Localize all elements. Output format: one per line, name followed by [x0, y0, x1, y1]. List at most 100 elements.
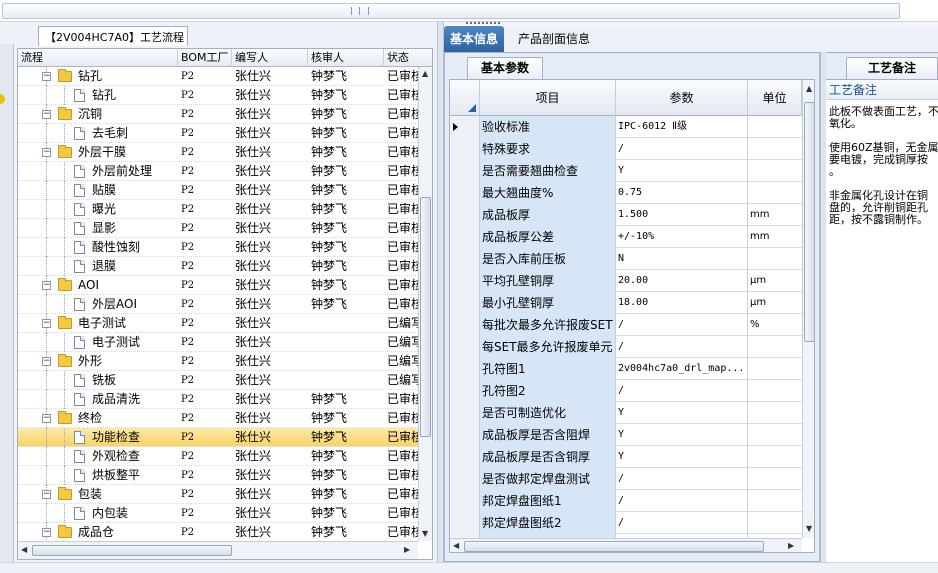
- tree-row[interactable]: 功能检查 P2 张仕兴 钟梦飞 已审核: [18, 428, 418, 447]
- param-value-cell[interactable]: 20.00: [616, 270, 748, 292]
- tree-hscroll-thumb[interactable]: [32, 545, 232, 556]
- params-vscroll-thumb[interactable]: [804, 102, 814, 342]
- top-horizontal-scrollbar[interactable]: [2, 3, 900, 19]
- row-selector[interactable]: [450, 468, 480, 490]
- tree-row[interactable]: − 外形 P2 张仕兴 已编写: [18, 352, 418, 371]
- row-selector[interactable]: [450, 160, 480, 182]
- param-row[interactable]: 成品板厚是否含阻焊 Y: [450, 424, 802, 446]
- tree-row[interactable]: 电子测试 P2 张仕兴 已编写: [18, 333, 418, 352]
- row-selector[interactable]: [450, 204, 480, 226]
- left-collapse-gutter[interactable]: [0, 44, 14, 562]
- param-row[interactable]: 孔符图2/: [450, 380, 802, 402]
- param-value-cell[interactable]: Y: [616, 402, 748, 424]
- column-header-item[interactable]: 项目: [480, 80, 616, 116]
- row-selector[interactable]: [450, 182, 480, 204]
- column-header-bom[interactable]: BOM工厂: [178, 49, 232, 67]
- tree-row[interactable]: − 外层干膜 P2 张仕兴 钟梦飞 已审核: [18, 143, 418, 162]
- param-row[interactable]: 特殊要求 /: [450, 138, 802, 160]
- param-row[interactable]: 邦定焊盘图纸2/: [450, 512, 802, 534]
- param-row[interactable]: 是否入库前压板 N: [450, 248, 802, 270]
- collapse-toggle-icon[interactable]: −: [42, 414, 51, 423]
- row-selector[interactable]: [450, 138, 480, 160]
- row-selector[interactable]: [450, 314, 480, 336]
- param-row[interactable]: 是否需要翘曲检查 Y: [450, 160, 802, 182]
- tree-row[interactable]: 烘板整平 P2 张仕兴 钟梦飞 已审核: [18, 466, 418, 485]
- param-value-cell[interactable]: IPC-6012 Ⅱ级: [616, 116, 748, 138]
- tree-row[interactable]: − 终检 P2 张仕兴 钟梦飞 已审核: [18, 409, 418, 428]
- tree-row[interactable]: 退膜 P2 张仕兴 钟梦飞 已审核: [18, 257, 418, 276]
- collapse-toggle-icon[interactable]: −: [42, 490, 51, 499]
- param-value-cell[interactable]: /: [616, 314, 748, 336]
- param-row[interactable]: 成品板厚是否含铜厚 Y: [450, 446, 802, 468]
- param-row[interactable]: 是否可制造优化 Y: [450, 402, 802, 424]
- tree-row[interactable]: 外层AOI P2 张仕兴 钟梦飞 已审核: [18, 295, 418, 314]
- row-selector[interactable]: [450, 270, 480, 292]
- column-header-reviewer[interactable]: 核审人: [308, 49, 384, 67]
- collapse-toggle-icon[interactable]: −: [42, 319, 51, 328]
- scroll-right-icon[interactable]: ▶: [404, 545, 410, 554]
- tree-row[interactable]: 贴膜 P2 张仕兴 钟梦飞 已审核: [18, 181, 418, 200]
- collapse-toggle-icon[interactable]: −: [42, 148, 51, 157]
- collapse-toggle-icon[interactable]: −: [42, 357, 51, 366]
- tab-basic-params[interactable]: 基本参数: [467, 57, 543, 79]
- param-value-cell[interactable]: 18.00: [616, 292, 748, 314]
- tree-row[interactable]: − 包装 P2 张仕兴 钟梦飞 已审核: [18, 485, 418, 504]
- row-selector[interactable]: [450, 292, 480, 314]
- param-value-cell[interactable]: Y: [616, 424, 748, 446]
- tree-row[interactable]: 酸性蚀刻 P2 张仕兴 钟梦飞 已审核: [18, 238, 418, 257]
- collapse-toggle-icon[interactable]: −: [42, 72, 51, 81]
- param-row[interactable]: 成品板厚 1.500 mm: [450, 204, 802, 226]
- param-row[interactable]: 每批次最多允许报废SET /%: [450, 314, 802, 336]
- param-value-cell[interactable]: /: [616, 490, 748, 512]
- params-horizontal-scrollbar[interactable]: ◀ ▶: [450, 538, 802, 552]
- param-value-cell[interactable]: /: [616, 468, 748, 490]
- tab-basic-info[interactable]: 基本信息: [444, 26, 505, 52]
- row-selector[interactable]: [450, 380, 480, 402]
- column-header-unit[interactable]: 单位: [748, 80, 802, 116]
- row-selector[interactable]: [450, 336, 480, 358]
- tree-vertical-scrollbar[interactable]: ▲ ▼: [418, 67, 432, 541]
- param-value-cell[interactable]: Y: [616, 160, 748, 182]
- param-row[interactable]: 验收标准 IPC-6012 Ⅱ级: [450, 116, 802, 138]
- collapse-toggle-icon[interactable]: −: [42, 528, 51, 537]
- tree-row[interactable]: 铣板 P2 张仕兴 已编写: [18, 371, 418, 390]
- param-row[interactable]: 最大翘曲度% 0.75: [450, 182, 802, 204]
- column-header-param[interactable]: 参数: [616, 80, 748, 116]
- row-selector[interactable]: [450, 248, 480, 270]
- scroll-up-icon[interactable]: ▲: [806, 84, 812, 93]
- param-row[interactable]: 是否做邦定焊盘测试 /: [450, 468, 802, 490]
- param-value-cell[interactable]: 1.500: [616, 204, 748, 226]
- process-notes-box[interactable]: 工艺备注 此板不做表面工艺，不 氧化。 使用60Z基铜，无金属 要电镀，完成铜厚按。非…: [826, 79, 938, 563]
- column-header-flow[interactable]: 流程: [18, 49, 178, 67]
- row-selector[interactable]: [450, 226, 480, 248]
- param-value-cell[interactable]: N: [616, 248, 748, 270]
- tree-horizontal-scrollbar[interactable]: ◀ ▶: [18, 541, 418, 559]
- tree-row[interactable]: 去毛刺 P2 张仕兴 钟梦飞 已审核: [18, 124, 418, 143]
- scroll-left-icon[interactable]: ◀: [453, 541, 459, 550]
- param-value-cell[interactable]: /: [616, 336, 748, 358]
- param-row[interactable]: 平均孔壁铜厚 20.00 μm: [450, 270, 802, 292]
- tree-row[interactable]: − 钻孔 P2 张仕兴 钟梦飞 已审核: [18, 67, 418, 86]
- param-value-cell[interactable]: Y: [616, 446, 748, 468]
- collapse-toggle-icon[interactable]: −: [42, 281, 51, 290]
- panel-splitter[interactable]: [437, 22, 444, 562]
- tree-row[interactable]: − 成品仓 P2 张仕兴 钟梦飞 已审核: [18, 523, 418, 541]
- params-vertical-scrollbar[interactable]: ▲ ▼: [802, 80, 814, 538]
- row-selector[interactable]: [450, 424, 480, 446]
- process-flow-tab[interactable]: 【2V004HC7A0】工艺流程: [38, 26, 188, 46]
- param-value-cell[interactable]: +/-10%: [616, 226, 748, 248]
- param-value-cell[interactable]: /: [616, 512, 748, 534]
- scroll-right-icon[interactable]: ▶: [788, 541, 794, 550]
- row-selector[interactable]: [450, 446, 480, 468]
- scroll-up-icon[interactable]: ▲: [422, 69, 428, 78]
- param-row[interactable]: 每SET最多允许报废单元 /: [450, 336, 802, 358]
- row-selector[interactable]: [450, 402, 480, 424]
- tree-row[interactable]: 内包装 P2 张仕兴 钟梦飞 已审核: [18, 504, 418, 523]
- tree-row[interactable]: 外层前处理 P2 张仕兴 钟梦飞 已审核: [18, 162, 418, 181]
- param-row[interactable]: 成品板厚公差 +/-10% mm: [450, 226, 802, 248]
- param-value-cell[interactable]: /: [616, 138, 748, 160]
- param-row[interactable]: 邦定焊盘图纸1/: [450, 490, 802, 512]
- param-row[interactable]: 孔符图1 2v004hc7a0_drl_map...: [450, 358, 802, 380]
- row-selector[interactable]: [450, 116, 480, 138]
- scroll-down-icon[interactable]: ▼: [806, 524, 812, 533]
